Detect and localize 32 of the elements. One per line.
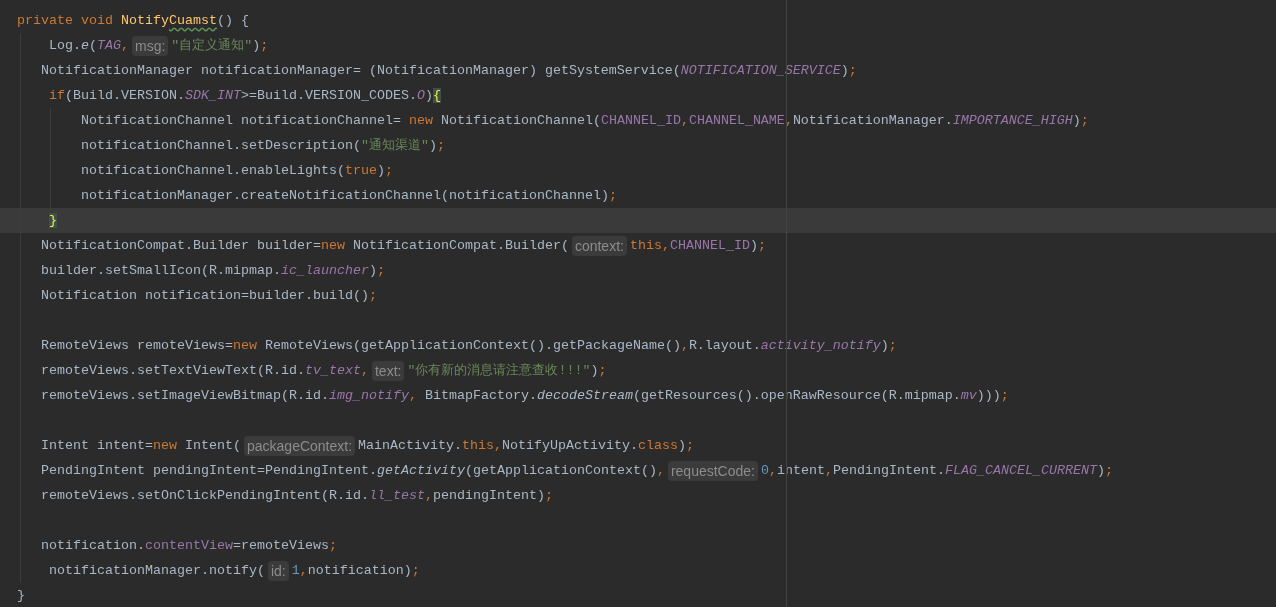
code-text: }: [17, 587, 25, 605]
parameter-hint: packageContext:: [244, 435, 356, 456]
parameter-hint: id:: [267, 560, 289, 581]
parameter-hint: msg:: [132, 35, 169, 56]
code-text: notificationManager.notify(: [48, 562, 265, 580]
code-text: if(Build.VERSION.SDK_INT>=Build.VERSION_CODES.O){: [48, 87, 441, 105]
parameter-hint: text:: [371, 360, 405, 381]
parameter-hint: requestCode:: [667, 460, 758, 481]
code-text: notificationChannel.enableLights(true);: [80, 162, 393, 180]
code-text: "你有新的消息请注意查收!!!");: [407, 362, 607, 380]
code-text: PendingIntent pendingIntent=PendingIntent.getActivity(getApplicationContext(),: [40, 462, 665, 480]
code-text: notificationChannel.setDescription("通知渠道");: [80, 137, 445, 155]
code-text: Intent intent=new Intent(: [40, 437, 241, 455]
code-text: private void NotifyCuamst() {: [17, 12, 249, 30]
code-text: remoteViews.setTextViewText(R.id.tv_text,: [40, 362, 369, 380]
code-text: 1,notification);: [291, 562, 420, 580]
parameter-hint: context:: [571, 235, 627, 256]
code-text: notificationManager.createNotificationChannel(notificationChannel);: [80, 187, 617, 205]
code-text: remoteViews.setOnClickPendingIntent(R.id.ll_test,pendingIntent);: [40, 487, 553, 505]
code-text: NotificationCompat.Builder builder=new NotificationCompat.Builder(: [40, 237, 569, 255]
code-text: notification.contentView=remoteViews;: [40, 537, 337, 555]
code-text: remoteViews.setImageViewBitmap(R.id.img_notify, BitmapFactory.decodeStream(getResources().openRawResource(R.mipmap.mv)));: [40, 387, 1009, 405]
code-text: this,CHANNEL_ID);: [629, 237, 766, 255]
code-text: builder.setSmallIcon(R.mipmap.ic_launcher);: [40, 262, 385, 280]
code-text: MainActivity.this,NotifyUpActivity.class);: [358, 437, 695, 455]
code-text: Log.e(TAG,: [48, 37, 129, 55]
code-text: NotificationChannel notificationChannel= new NotificationChannel(CHANNEL_ID,CHANNEL_NAME,NotificationManager.IMPORTANCE_HIGH);: [80, 112, 1089, 130]
code-text: Notification notification=builder.build();: [40, 287, 377, 305]
code-text: NotificationManager notificationManager= (NotificationManager) getSystemService(NOTIFICATION_SERVICE);: [40, 62, 857, 80]
code-text: RemoteViews remoteViews=new RemoteViews(getApplicationContext().getPackageName(),R.layout.activity_notify);: [40, 337, 897, 355]
code-text: "自定义通知");: [171, 37, 269, 55]
code-text: }: [48, 212, 57, 230]
